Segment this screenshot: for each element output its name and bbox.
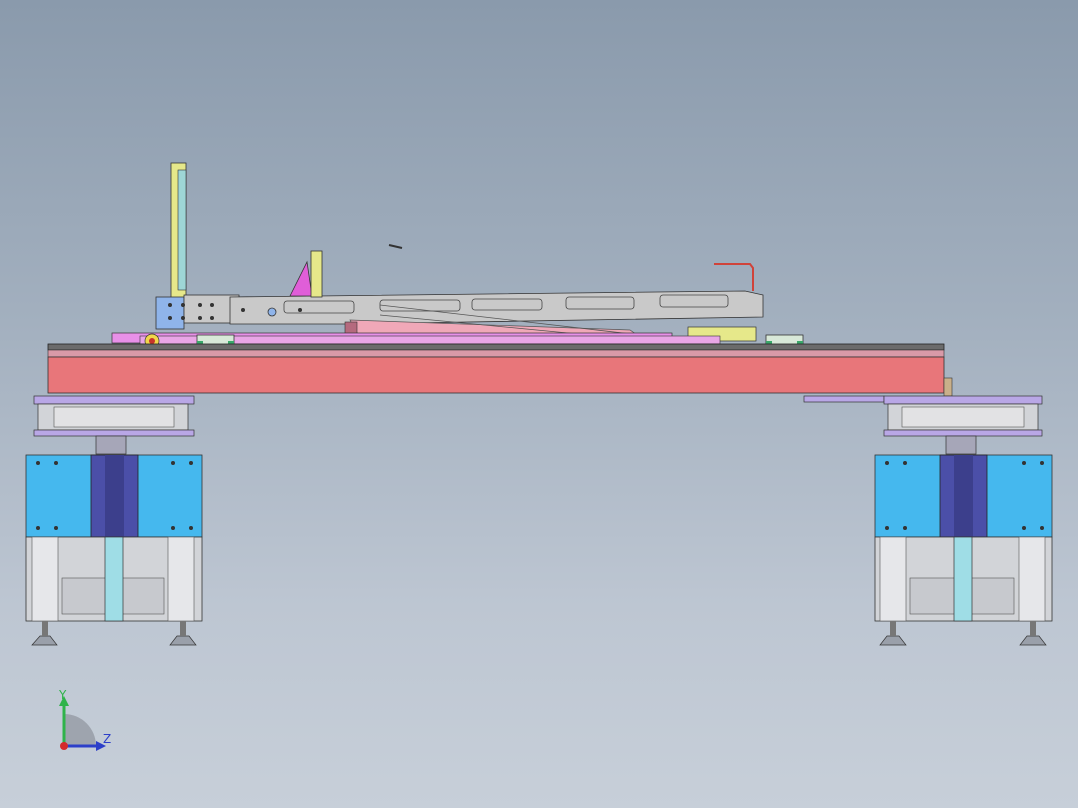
x-axis-origin [60,742,68,750]
gusset-bracket [289,250,323,298]
main-beam [47,343,953,397]
coordinate-triad[interactable] [59,696,106,751]
assembly-drawing [25,162,1053,751]
right-support [803,395,1053,646]
main-arm [155,290,764,330]
red-wire [714,263,754,291]
triad-z-label: Z [103,732,112,746]
triad-y-label: Y [59,688,67,702]
left-support [25,395,203,646]
loose-fastener [388,244,403,249]
cad-viewport[interactable]: Y Z [0,0,1078,808]
